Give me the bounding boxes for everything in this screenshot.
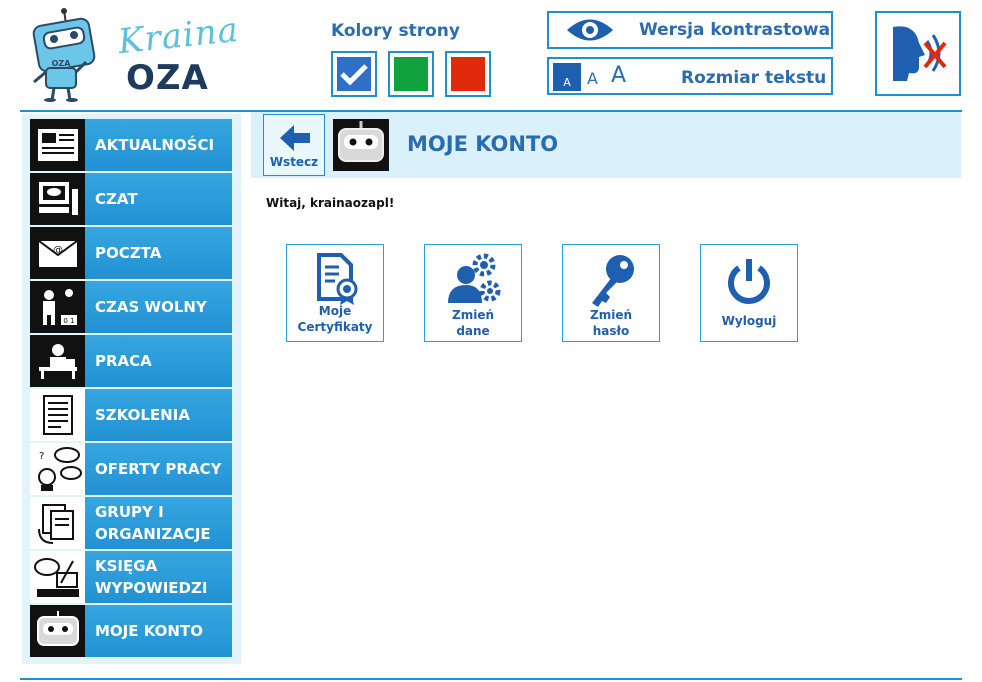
sidebar-item-label: SZKOLENIA: [95, 406, 190, 424]
svg-text:0 1: 0 1: [63, 317, 74, 325]
footer-divider: [20, 678, 962, 680]
sidebar-item-czat[interactable]: CZAT: [30, 173, 232, 225]
sidebar-nav: AKTUALNOŚCI CZAT @ POCZTA 0 1 CZAS WOLNY…: [22, 114, 241, 664]
sidebar-item-grupy[interactable]: GRUPY I ORGANIZACJE: [30, 497, 232, 549]
sidebar-item-label: GRUPY I ORGANIZACJE: [95, 503, 211, 543]
sidebar-item-label: MOJE KONTO: [95, 622, 203, 640]
speech-toggle-button[interactable]: [875, 11, 961, 96]
text-size-medium[interactable]: A: [587, 69, 598, 88]
page-title: MOJE KONTO: [407, 132, 559, 156]
text-size-label: Rozmiar tekstu: [681, 68, 827, 88]
welcome-message: Witaj, krainaozapl!: [266, 196, 395, 210]
job-offers-icon: ?: [30, 443, 85, 495]
sidebar-item-aktualnosci[interactable]: AKTUALNOŚCI: [30, 119, 232, 171]
certificate-icon: [317, 253, 358, 305]
svg-text:?: ?: [39, 451, 44, 462]
envelope-icon: @: [30, 227, 85, 279]
sidebar-item-label: POCZTA: [95, 244, 162, 262]
contrast-version-label: Wersja kontrastowa: [639, 20, 831, 40]
robot-mascot-icon: OZA: [32, 8, 96, 102]
change-password-button[interactable]: Zmień hasło: [562, 244, 660, 342]
checkmark-icon: [340, 64, 368, 86]
page-header: Wstecz MOJE KONTO: [251, 112, 961, 178]
text-size-small[interactable]: A: [553, 63, 581, 91]
my-certificates-button[interactable]: Moje Certyfikaty: [286, 244, 384, 342]
svg-text:@: @: [53, 245, 63, 256]
key-icon: [592, 255, 634, 307]
groups-icon: [30, 497, 85, 549]
sidebar-item-moje-konto[interactable]: MOJE KONTO: [30, 605, 232, 657]
sidebar-item-poczta[interactable]: @ POCZTA: [30, 227, 232, 279]
sidebar-item-ksiega[interactable]: KSIĘGA WYPOWIEDZI: [30, 551, 232, 603]
tile-label-line2: dane: [456, 324, 490, 338]
sidebar-item-label: AKTUALNOŚCI: [95, 136, 215, 154]
sidebar-item-szkolenia[interactable]: SZKOLENIA: [30, 389, 232, 441]
user-settings-icon: [448, 253, 501, 303]
svg-text:OZA: OZA: [52, 59, 72, 68]
robot-avatar-icon: [333, 119, 389, 171]
power-icon: [728, 259, 770, 304]
color-swatch-blue[interactable]: [331, 51, 377, 97]
eye-icon: [567, 19, 613, 41]
text-size-control[interactable]: A A A Rozmiar tekstu: [547, 57, 833, 95]
speech-off-icon: [893, 25, 947, 81]
sidebar-item-label: CZAT: [95, 190, 138, 208]
contrast-version-button[interactable]: Wersja kontrastowa: [547, 11, 833, 49]
tile-label-line2: Certyfikaty: [297, 320, 373, 334]
site-logo[interactable]: OZA Kraina OZA: [26, 6, 241, 102]
sidebar-item-label: KSIĘGA WYPOWIEDZI: [95, 557, 208, 597]
guestbook-icon: [30, 551, 85, 603]
tile-label-line1: Moje: [318, 304, 352, 318]
change-data-button[interactable]: Zmień dane: [424, 244, 522, 342]
computer-chat-icon: [30, 173, 85, 225]
newspaper-icon: [30, 119, 85, 171]
desk-worker-icon: [30, 335, 85, 387]
logo-word-oza: OZA: [126, 58, 209, 98]
sidebar-item-label: OFERTY PRACY: [95, 460, 222, 478]
tile-label-line2: hasło: [592, 324, 630, 338]
tile-label-line1: Zmień: [590, 308, 632, 322]
back-button-label: Wstecz: [269, 155, 319, 169]
robot-icon: [30, 605, 85, 657]
arrow-left-icon: [280, 125, 310, 151]
sidebar-item-label: PRACA: [95, 352, 152, 370]
text-size-large[interactable]: A: [611, 63, 626, 88]
logout-button[interactable]: Wyloguj: [700, 244, 798, 342]
sidebar-item-label: CZAS WOLNY: [95, 298, 207, 316]
leisure-icon: 0 1: [30, 281, 85, 333]
logo-word-kraina: Kraina: [116, 9, 241, 63]
color-swatch-red[interactable]: [445, 51, 491, 97]
colors-title: Kolory strony: [331, 21, 460, 41]
document-icon: [30, 389, 85, 441]
sidebar-item-praca[interactable]: PRACA: [30, 335, 232, 387]
color-swatch-green[interactable]: [388, 51, 434, 97]
tile-label-line1: Zmień: [452, 308, 494, 322]
back-button[interactable]: Wstecz: [263, 114, 325, 176]
sidebar-item-czas-wolny[interactable]: 0 1 CZAS WOLNY: [30, 281, 232, 333]
sidebar-item-oferty-pracy[interactable]: ? OFERTY PRACY: [30, 443, 232, 495]
tile-label-line1: Wyloguj: [721, 314, 777, 328]
